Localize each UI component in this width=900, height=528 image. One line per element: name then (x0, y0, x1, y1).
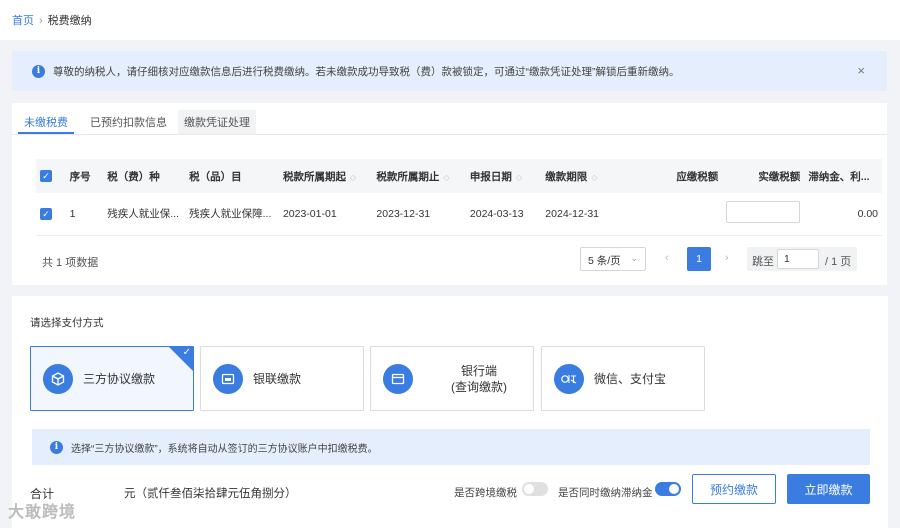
cell: 残疾人就业保... (103, 193, 186, 236)
col-header: 税（品）目 (185, 159, 279, 193)
pay-option-label: 银行端 (查询缴款) (451, 363, 507, 394)
tab-unpaid[interactable]: 未缴税费 (18, 110, 74, 134)
cross-border-switch[interactable] (522, 482, 548, 496)
col-header-label: 税款所属期起 (282, 170, 346, 183)
sort-icon: ◇ (349, 172, 357, 182)
cross-border-label: 是否跨境缴税 (454, 487, 517, 499)
switch-knob (669, 484, 679, 494)
paid-amount-input[interactable] (726, 201, 801, 224)
total-count: 共 1 项数据 (42, 257, 99, 269)
tab-voucher[interactable]: 缴款凭证处理 (178, 110, 256, 134)
tab-bar: 未缴税费 已预约扣款信息 缴款凭证处理 (12, 103, 887, 135)
table-row: ✓ 1 残疾人就业保... 残疾人就业保障... 2023-01-01 2023… (36, 193, 882, 236)
select-all-checkbox[interactable]: ✓ (40, 170, 52, 183)
payment-hint-text: 选择“三方协议缴款”，系统将自动从签订的三方协议账户中扣缴税费。 (71, 443, 378, 455)
cell: 2023-01-01 (278, 193, 373, 236)
info-icon: i (50, 440, 63, 454)
page-jumper: 跳至 1 / 1 页 (747, 247, 857, 271)
col-header: 实缴税额 (722, 159, 805, 193)
pay-option-label: 三方协议缴款 (83, 371, 156, 386)
col-header: 应缴税额 (639, 159, 723, 193)
col-header-label: 缴款期限 (545, 170, 588, 183)
row-select-cell: ✓ (36, 193, 66, 236)
late-fee-switch[interactable] (655, 482, 681, 496)
pay-now-button[interactable]: 立即缴款 (787, 474, 870, 504)
total-pages: / 1 页 (825, 256, 852, 268)
tax-table: ✓ 序号 税（费）种 税（品）目 税款所属期起 ◇ 税款所属期止 ◇ 申报日期 ◇ 缴… (36, 159, 882, 236)
col-header[interactable]: 税款所属期起 ◇ (278, 159, 373, 193)
page-number-button[interactable]: 1 (687, 247, 711, 271)
payment-hint: i 选择“三方协议缴款”，系统将自动从签订的三方协议账户中扣缴税费。 (32, 429, 870, 465)
cell: 2023-12-31 (372, 193, 466, 236)
pay-option-unionpay[interactable]: 银联缴款 (200, 346, 364, 411)
sort-icon: ◇ (515, 172, 523, 182)
table-header-row: ✓ 序号 税（费）种 税（品）目 税款所属期起 ◇ 税款所属期止 ◇ 申报日期 ◇ 缴… (36, 159, 882, 193)
col-header: 序号 (65, 159, 104, 193)
col-header[interactable]: 申报日期 ◇ (465, 159, 542, 193)
breadcrumb-separator: › (39, 15, 43, 27)
sort-icon: ◇ (443, 172, 450, 182)
cell (639, 193, 723, 236)
pay-option-tripartite[interactable]: 三方协议缴款 ✓ (30, 346, 194, 411)
col-header-label: 税款所属期止 (376, 170, 440, 183)
col-header-label: 申报日期 (469, 170, 512, 183)
watermark: 大敢跨境 (8, 504, 77, 521)
cell: 1 (65, 193, 104, 236)
pay-option-label: 微信、支付宝 (594, 371, 667, 386)
check-icon: ✓ (182, 347, 191, 358)
prev-page-icon[interactable]: ‹ (665, 252, 669, 264)
cell: 0.00 (804, 193, 882, 236)
tab-reserved[interactable]: 已预约扣款信息 (84, 110, 173, 134)
info-icon: i (32, 64, 45, 78)
breadcrumb-current: 税费缴纳 (47, 15, 92, 27)
col-header[interactable]: 缴款期限 ◇ (541, 159, 640, 193)
jump-page-input[interactable]: 1 (777, 249, 819, 269)
select-all-cell: ✓ (36, 159, 66, 193)
col-header[interactable]: 税款所属期止 ◇ (372, 159, 466, 193)
col-header: 税（费）种 (103, 159, 186, 193)
pay-option-bank[interactable]: 银行端 (查询缴款) (370, 346, 534, 411)
reserve-payment-button[interactable]: 预约缴款 (692, 474, 776, 504)
close-icon[interactable]: × (857, 63, 865, 78)
wechat-alipay-icon (554, 363, 584, 394)
chevron-down-icon: ⌄ (630, 253, 638, 263)
row-checkbox[interactable]: ✓ (40, 208, 52, 220)
cell: 2024-03-13 (465, 193, 542, 236)
paid-amount-cell (722, 193, 805, 236)
sort-icon: ◇ (591, 172, 598, 182)
page-size-value: 5 条/页 (588, 255, 621, 267)
notice-banner: i 尊敬的纳税人，请仔细核对应缴款信息后进行税费缴纳。若未缴款成功导致税（费）款… (12, 51, 887, 91)
notice-text: 尊敬的纳税人，请仔细核对应缴款信息后进行税费缴纳。若未缴款成功导致税（费）款被锁… (53, 65, 680, 78)
cube-icon (43, 363, 73, 394)
page-size-select[interactable]: 5 条/页 ⌄ (580, 247, 646, 271)
pay-option-label: 银联缴款 (253, 371, 302, 386)
pay-option-wechat-alipay[interactable]: 微信、支付宝 (541, 346, 705, 411)
bank-card-icon (383, 363, 413, 394)
next-page-icon[interactable]: › (725, 252, 729, 264)
jump-label: 跳至 (752, 256, 774, 268)
tax-panel: 未缴税费 已预约扣款信息 缴款凭证处理 ✓ 序号 税（费）种 税（品）目 税款所… (12, 103, 887, 285)
payment-panel: 请选择支付方式 三方协议缴款 ✓ 银联缴款 银行端 (查询缴款) 微信、支付宝 … (12, 296, 888, 528)
payment-title: 请选择支付方式 (30, 317, 104, 329)
switch-knob (524, 484, 534, 494)
col-header: 滞纳金、利... (804, 159, 882, 193)
cell: 2024-12-31 (541, 193, 640, 236)
cell: 残疾人就业保障... (185, 193, 279, 236)
breadcrumb: 首页 › 税费缴纳 (0, 0, 900, 40)
pagination: 共 1 项数据 5 条/页 ⌄ ‹ 1 › 跳至 1 / 1 页 (12, 243, 887, 273)
total-amount: 元（贰仟叁佰柒拾肆元伍角捌分） (124, 488, 297, 500)
late-fee-label: 是否同时缴纳滞纳金 (558, 487, 653, 499)
breadcrumb-home-link[interactable]: 首页 (12, 15, 34, 27)
card-icon (213, 363, 243, 394)
